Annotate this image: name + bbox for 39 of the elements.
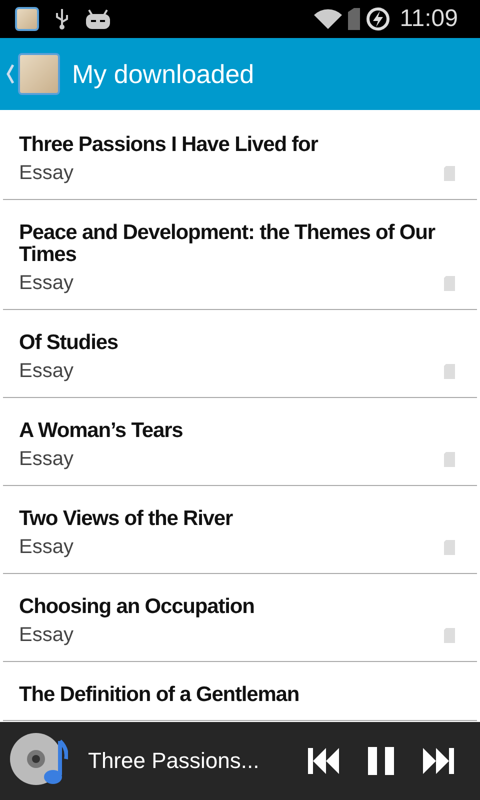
item-title: The Definition of a Gentleman bbox=[19, 684, 300, 706]
chevron-left-icon bbox=[6, 64, 14, 84]
item-category: Essay bbox=[19, 162, 74, 185]
clock-text: 11:09 bbox=[400, 5, 458, 33]
robot-face-icon bbox=[85, 8, 111, 30]
sd-card-icon bbox=[444, 628, 455, 643]
skip-next-icon bbox=[422, 748, 454, 774]
item-category: Essay bbox=[19, 536, 74, 559]
sd-card-icon bbox=[444, 452, 455, 467]
sd-card-icon bbox=[444, 364, 455, 379]
list-item[interactable]: Peace and Development: the Themes of Our Times Essay bbox=[3, 200, 477, 310]
item-category: Essay bbox=[19, 448, 74, 471]
item-category: Essay bbox=[19, 272, 74, 295]
item-title: Of Studies bbox=[19, 332, 120, 354]
usb-icon bbox=[55, 8, 69, 30]
app-notification-icon bbox=[15, 7, 39, 31]
item-title: Two Views of the River bbox=[19, 508, 234, 530]
item-title: Choosing an Occupation bbox=[19, 596, 256, 618]
pause-icon bbox=[368, 747, 394, 775]
list-item[interactable]: Three Passions I Have Lived for Essay bbox=[3, 110, 477, 200]
item-title: A Woman’s Tears bbox=[19, 420, 184, 442]
list-item[interactable]: The Definition of a Gentleman bbox=[3, 662, 477, 721]
list-item[interactable]: A Woman’s Tears Essay bbox=[3, 398, 477, 486]
item-title: Peace and Development: the Themes of Our Times bbox=[19, 222, 436, 266]
skip-previous-icon bbox=[308, 748, 340, 774]
item-category: Essay bbox=[19, 624, 74, 647]
list-item[interactable]: Of Studies Essay bbox=[3, 310, 477, 398]
sd-card-icon bbox=[444, 166, 455, 181]
list-item[interactable]: Two Views of the River Essay bbox=[3, 486, 477, 574]
sd-card-icon bbox=[444, 276, 455, 291]
battery-charging-icon bbox=[366, 7, 390, 31]
item-title: Three Passions I Have Lived for bbox=[19, 134, 320, 156]
screen-title: My downloaded bbox=[72, 58, 254, 90]
track-title: Three Passions... bbox=[88, 748, 260, 774]
sd-card-icon bbox=[444, 540, 455, 555]
app-icon bbox=[18, 53, 60, 95]
item-category: Essay bbox=[19, 360, 74, 383]
wifi-icon bbox=[314, 9, 342, 29]
list-item[interactable]: Choosing an Occupation Essay bbox=[3, 574, 477, 662]
